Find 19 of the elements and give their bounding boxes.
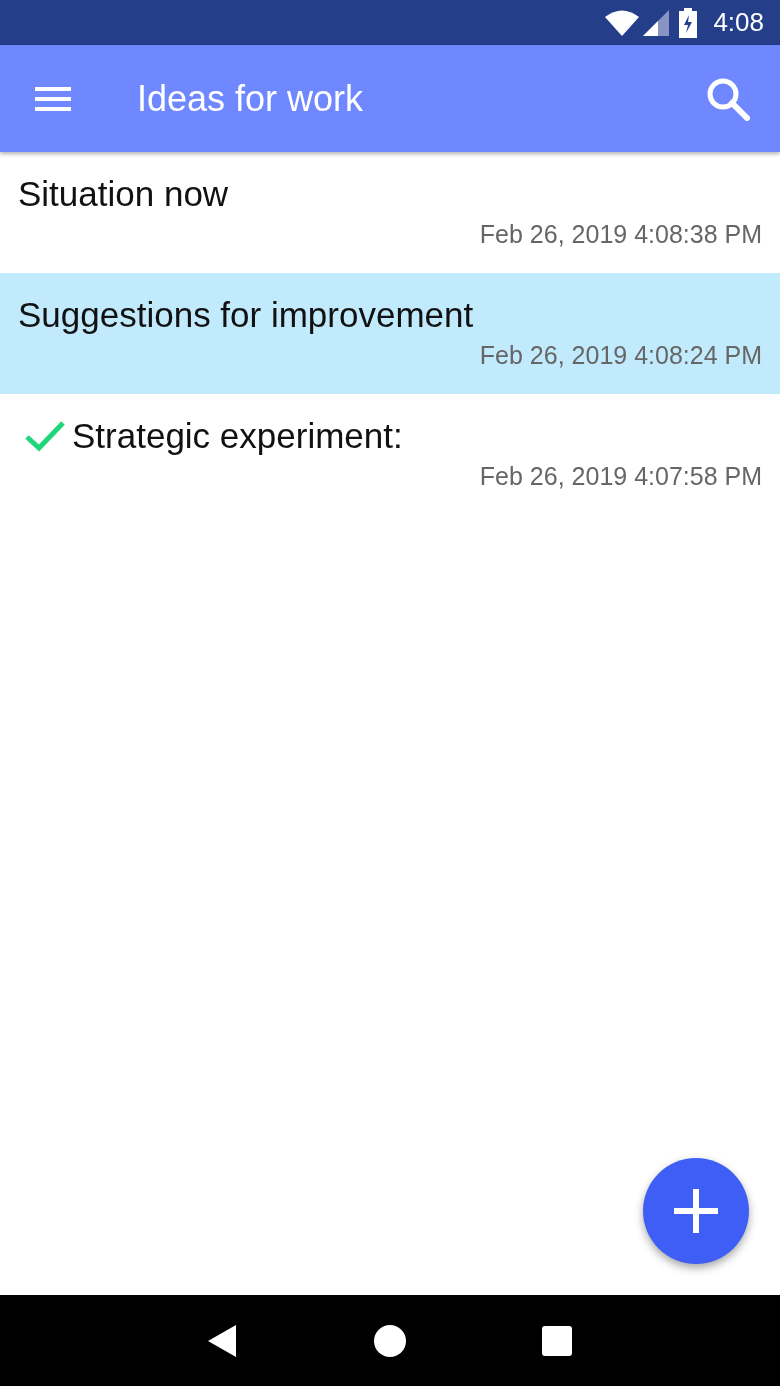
- note-title: Situation now: [18, 174, 229, 214]
- recents-icon[interactable]: [542, 1325, 572, 1356]
- signal-icon: [643, 9, 670, 36]
- note-date: Feb 26, 2019 4:08:38 PM: [479, 220, 762, 249]
- wifi-icon: [605, 9, 640, 36]
- back-icon[interactable]: [208, 1324, 238, 1357]
- home-icon[interactable]: [374, 1324, 406, 1357]
- status-time: 4:08: [713, 7, 764, 38]
- plus-icon: [672, 1187, 720, 1235]
- battery-icon: [679, 7, 698, 38]
- menu-icon[interactable]: [35, 85, 71, 112]
- note-title: Strategic experiment:: [72, 416, 403, 456]
- note-item[interactable]: Suggestions for improvement Feb 26, 2019 4:08:24 PM: [0, 273, 780, 394]
- add-button[interactable]: [643, 1158, 749, 1264]
- note-title: Suggestions for improvement: [18, 295, 474, 335]
- search-icon[interactable]: [706, 76, 750, 121]
- note-date: Feb 26, 2019 4:08:24 PM: [479, 341, 762, 370]
- note-date: Feb 26, 2019 4:07:58 PM: [479, 462, 762, 491]
- app-title: Ideas for work: [137, 77, 365, 120]
